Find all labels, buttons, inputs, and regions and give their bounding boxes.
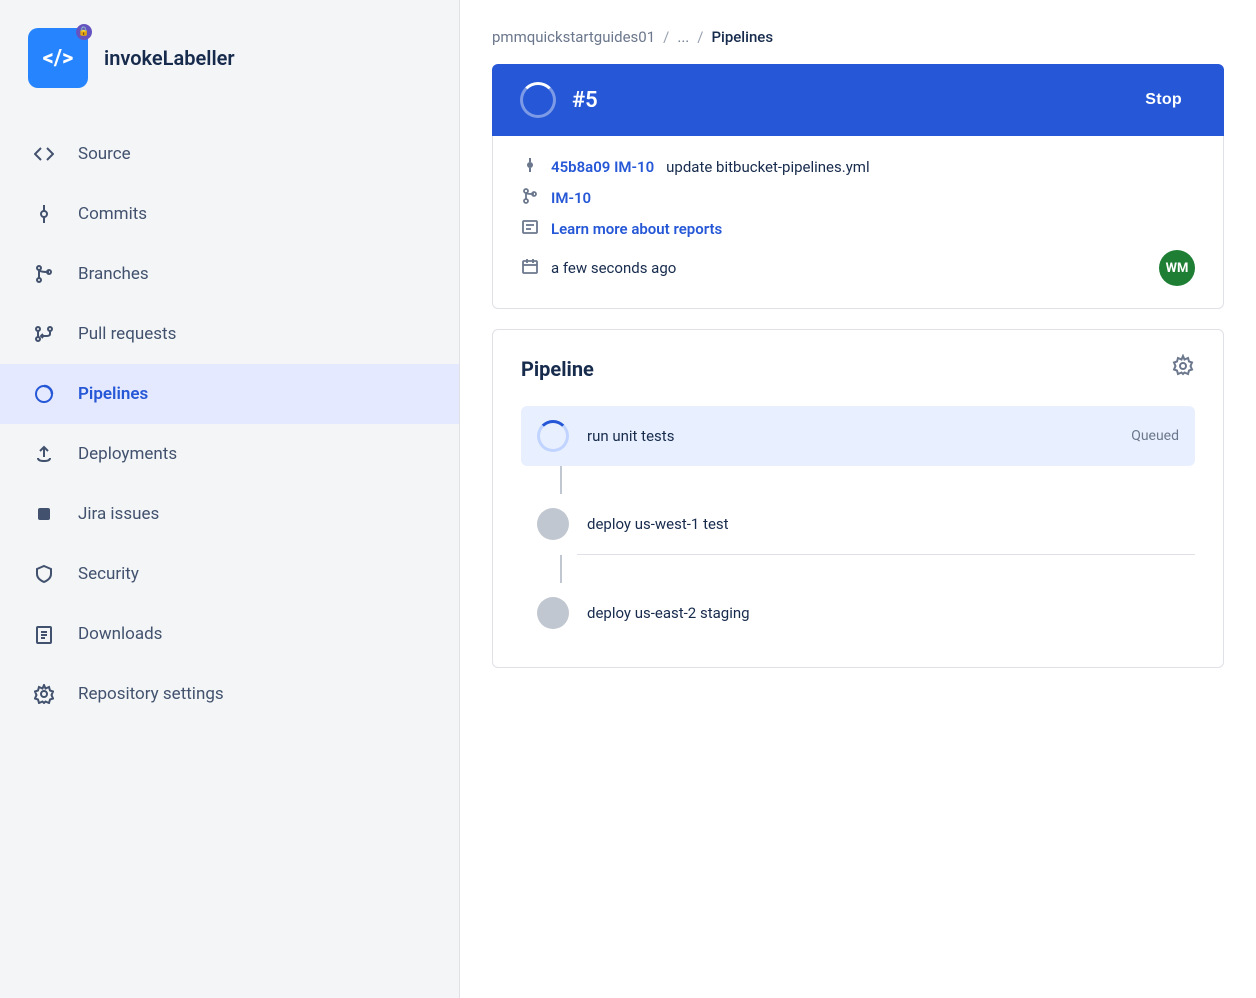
sidebar-item-downloads[interactable]: Downloads — [0, 604, 459, 664]
sidebar-item-source-label: Source — [78, 144, 131, 164]
sidebar-item-deployments-label: Deployments — [78, 444, 177, 464]
sidebar: </> 🔒 invokeLabeller Source — [0, 0, 460, 998]
pipeline-steps-card: Pipeline run unit tests Queued deploy us… — [492, 329, 1224, 668]
sidebar-item-commits-label: Commits — [78, 204, 147, 224]
source-icon — [32, 142, 56, 166]
pipeline-header-bar: #5 Stop — [492, 64, 1224, 136]
pipeline-info-card: 45b8a09 IM-10 update bitbucket-pipelines… — [492, 136, 1224, 309]
step-deploy-us-east-label: deploy us-east-2 staging — [587, 604, 1179, 622]
sidebar-item-pipelines[interactable]: Pipelines — [0, 364, 459, 424]
pipeline-steps-header: Pipeline — [521, 354, 1195, 384]
sidebar-item-jira-issues[interactable]: Jira issues — [0, 484, 459, 544]
step-deploy-us-west[interactable]: deploy us-west-1 test — [521, 494, 1195, 554]
step-deploy-us-east[interactable]: deploy us-east-2 staging — [521, 583, 1195, 643]
sidebar-item-repo-settings-label: Repository settings — [78, 684, 224, 704]
sidebar-item-commits[interactable]: Commits — [0, 184, 459, 244]
sidebar-item-deployments[interactable]: Deployments — [0, 424, 459, 484]
sidebar-item-security-label: Security — [78, 564, 139, 584]
breadcrumb-sep-1: / — [663, 28, 669, 46]
commit-row: 45b8a09 IM-10 update bitbucket-pipelines… — [521, 158, 1195, 176]
sidebar-header: </> 🔒 invokeLabeller — [0, 0, 459, 116]
sidebar-item-jira-label: Jira issues — [78, 504, 159, 524]
pipeline-header-left: #5 — [520, 82, 598, 118]
pipelines-icon — [32, 382, 56, 406]
main-content: pmmquickstartguides01 / ... / Pipelines … — [460, 0, 1256, 998]
app-name: invokeLabeller — [104, 46, 235, 70]
pipeline-number: #5 — [572, 88, 598, 113]
step-divider — [577, 554, 1195, 555]
pull-requests-icon — [32, 322, 56, 346]
commit-hash[interactable]: 45b8a09 IM-10 — [551, 158, 654, 176]
step-connector-2 — [560, 555, 562, 583]
downloads-icon — [32, 622, 56, 646]
stop-button[interactable]: Stop — [1131, 85, 1196, 115]
sidebar-item-source[interactable]: Source — [0, 124, 459, 184]
security-icon — [32, 562, 56, 586]
step-deploy-us-west-label: deploy us-west-1 test — [587, 515, 1179, 533]
breadcrumb-sep-2: / — [697, 28, 703, 46]
step-spinning-icon — [537, 420, 569, 452]
logo-code-icon: </> — [43, 46, 74, 71]
pipeline-spinner-icon — [520, 82, 556, 118]
pipeline-steps-title: Pipeline — [521, 357, 594, 381]
report-icon — [521, 220, 539, 238]
breadcrumb-root[interactable]: pmmquickstartguides01 — [492, 28, 655, 46]
branch-icon — [521, 188, 539, 208]
step-circle-icon-2 — [537, 597, 569, 629]
deployments-icon — [32, 442, 56, 466]
learn-more-link[interactable]: Learn more about reports — [551, 220, 722, 238]
repo-settings-icon — [32, 682, 56, 706]
commit-message: update bitbucket-pipelines.yml — [666, 158, 869, 176]
commit-dot-icon — [521, 158, 539, 176]
sidebar-item-repo-settings[interactable]: Repository settings — [0, 664, 459, 724]
step-circle-icon-1 — [537, 508, 569, 540]
learn-more-row: Learn more about reports — [521, 220, 1195, 238]
sidebar-item-downloads-label: Downloads — [78, 624, 162, 644]
step-connector-1 — [560, 466, 562, 494]
step-run-unit-tests-status: Queued — [1131, 428, 1179, 444]
branches-icon — [32, 262, 56, 286]
pipeline-timestamp: a few seconds ago — [551, 259, 676, 277]
branch-ticket-link[interactable]: IM-10 — [551, 189, 591, 207]
sidebar-item-branches-label: Branches — [78, 264, 149, 284]
branch-row: IM-10 — [521, 188, 1195, 208]
step-run-unit-tests[interactable]: run unit tests Queued — [521, 406, 1195, 466]
sidebar-nav: Source Commits — [0, 116, 459, 998]
sidebar-item-pull-requests[interactable]: Pull requests — [0, 304, 459, 364]
calendar-icon — [521, 258, 539, 278]
pipeline-settings-icon[interactable] — [1171, 354, 1195, 384]
sidebar-item-pull-requests-label: Pull requests — [78, 324, 176, 344]
sidebar-item-pipelines-label: Pipelines — [78, 384, 148, 404]
app-logo: </> 🔒 — [28, 28, 88, 88]
logo-lock-icon: 🔒 — [76, 24, 92, 40]
user-avatar: WM — [1159, 250, 1195, 286]
breadcrumb-ellipsis[interactable]: ... — [677, 28, 689, 46]
commits-icon — [32, 202, 56, 226]
sidebar-item-branches[interactable]: Branches — [0, 244, 459, 304]
sidebar-item-security[interactable]: Security — [0, 544, 459, 604]
breadcrumb-current: Pipelines — [711, 28, 773, 46]
jira-icon — [32, 502, 56, 526]
step-run-unit-tests-label: run unit tests — [587, 427, 1113, 445]
timestamp-row: a few seconds ago WM — [521, 250, 1195, 286]
breadcrumb: pmmquickstartguides01 / ... / Pipelines — [460, 0, 1256, 64]
